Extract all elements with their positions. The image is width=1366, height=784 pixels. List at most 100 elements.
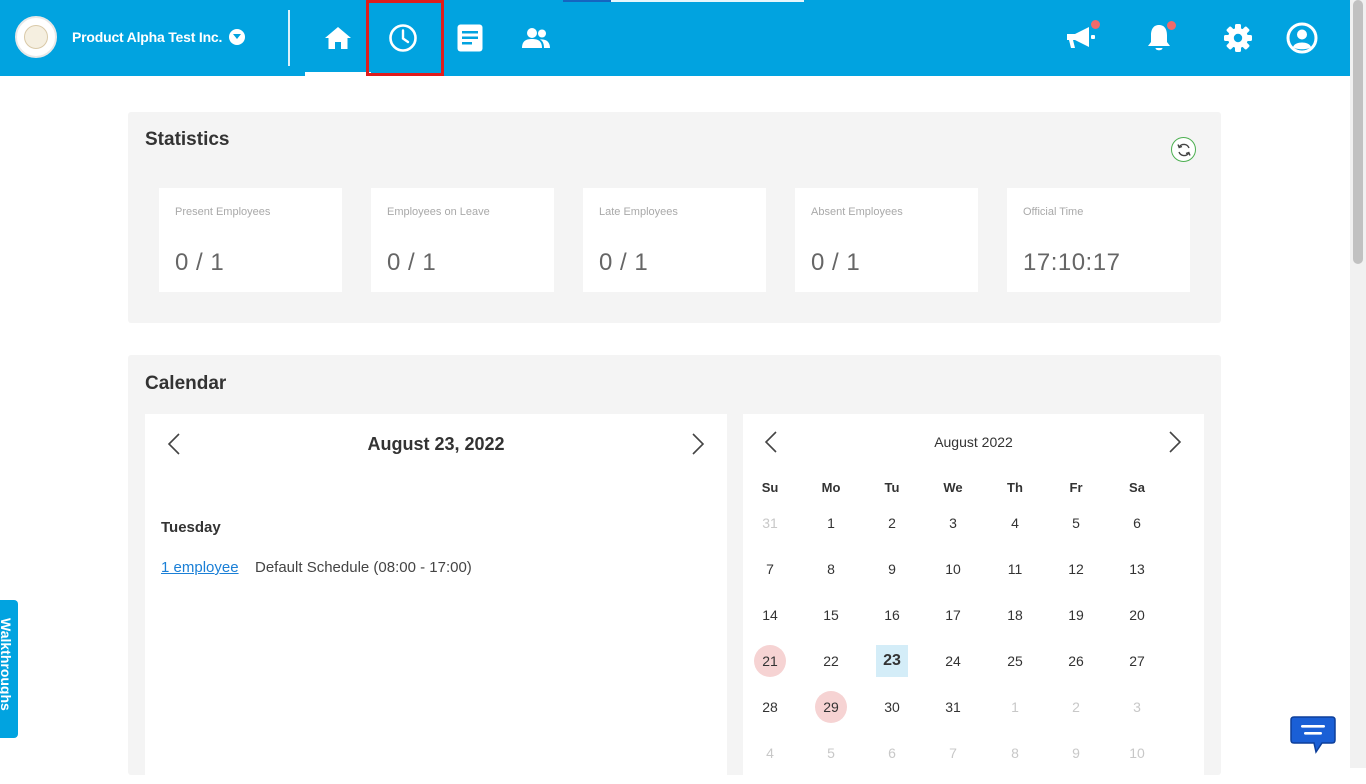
calendar-day[interactable]: 1 [815, 507, 847, 539]
page-scrollbar[interactable] [1350, 0, 1366, 768]
calendar-day[interactable]: 19 [1060, 599, 1092, 631]
stat-label: Official Time [1023, 206, 1084, 218]
weekday-header: We [943, 480, 963, 495]
nav-employees-button[interactable] [503, 0, 569, 76]
stat-label: Employees on Leave [387, 206, 490, 218]
stat-card-absent[interactable]: Absent Employees 0 / 1 [795, 188, 978, 292]
calendar-day[interactable]: 4 [999, 507, 1031, 539]
refresh-icon [1176, 143, 1191, 156]
calendar-day[interactable]: 5 [1060, 507, 1092, 539]
calendar-day[interactable]: 7 [754, 553, 786, 585]
walkthroughs-label: Walkthroughs [0, 618, 14, 711]
stat-value: 0 / 1 [387, 249, 437, 276]
next-day-button[interactable] [686, 432, 710, 456]
company-logo[interactable] [15, 16, 57, 58]
nav-timekeeping-button[interactable] [370, 0, 436, 76]
calendar-day[interactable]: 9 [1060, 737, 1092, 769]
stat-value: 0 / 1 [811, 249, 861, 276]
notifications-button[interactable] [1139, 18, 1179, 58]
header-divider [288, 10, 290, 66]
month-view: August 2022 Su Mo Tu We Th Fr Sa 31 1 2 3 4 5 6 7 8 9 10 1… [743, 414, 1204, 784]
statistics-title: Statistics [145, 129, 230, 150]
day-view: August 23, 2022 Tuesday 1 employee Defau… [145, 414, 727, 784]
clock-icon [389, 24, 417, 52]
calendar-day[interactable]: 11 [999, 553, 1031, 585]
weekday-header: Th [1007, 480, 1023, 495]
weekday-header: Mo [821, 480, 841, 495]
stat-card-late[interactable]: Late Employees 0 / 1 [583, 188, 766, 292]
nav-reports-button[interactable] [437, 0, 503, 76]
calendar-day[interactable]: 8 [815, 553, 847, 585]
announcements-button[interactable] [1061, 18, 1101, 58]
company-name[interactable]: Product Alpha Test Inc. [72, 29, 222, 45]
calendar-day[interactable]: 3 [1121, 691, 1153, 723]
scrollbar-thumb[interactable] [1353, 0, 1363, 264]
active-tab-indicator [305, 72, 371, 76]
calendar-day[interactable]: 14 [754, 599, 786, 631]
calendar-day[interactable]: 24 [937, 645, 969, 677]
calendar-panel: Calendar August 23, 2022 Tuesday 1 emplo… [128, 355, 1221, 784]
calendar-day[interactable]: 17 [937, 599, 969, 631]
stat-card-official-time: Official Time 17:10:17 [1007, 188, 1190, 292]
calendar-day-holiday[interactable]: 21 [754, 645, 786, 677]
user-account-icon [1286, 22, 1318, 54]
chat-support-button[interactable] [1290, 714, 1336, 754]
chevron-right-icon [692, 433, 705, 455]
official-time-value: 17:10:17 [1023, 249, 1121, 276]
calendar-day[interactable]: 31 [937, 691, 969, 723]
statistics-panel: Statistics Present Employees 0 / 1 Emplo… [128, 112, 1221, 323]
company-dropdown-button[interactable] [229, 29, 245, 45]
calendar-day[interactable]: 8 [999, 737, 1031, 769]
calendar-day[interactable]: 28 [754, 691, 786, 723]
nav-home-button[interactable] [305, 0, 371, 76]
calendar-day[interactable]: 3 [937, 507, 969, 539]
calendar-day[interactable]: 10 [937, 553, 969, 585]
calendar-day[interactable]: 1 [999, 691, 1031, 723]
calendar-day[interactable]: 20 [1121, 599, 1153, 631]
calendar-day[interactable]: 2 [1060, 691, 1092, 723]
calendar-day[interactable]: 6 [1121, 507, 1153, 539]
calendar-day[interactable]: 18 [999, 599, 1031, 631]
selected-weekday: Tuesday [161, 519, 221, 536]
calendar-day[interactable]: 4 [754, 737, 786, 769]
calendar-day[interactable]: 2 [876, 507, 908, 539]
document-icon [457, 24, 483, 52]
calendar-day[interactable]: 5 [815, 737, 847, 769]
calendar-day-holiday[interactable]: 29 [815, 691, 847, 723]
calendar-day[interactable]: 31 [754, 507, 786, 539]
calendar-day[interactable]: 12 [1060, 553, 1092, 585]
month-title: August 2022 [934, 434, 1013, 450]
walkthroughs-tab[interactable]: Walkthroughs [0, 600, 18, 738]
stat-label: Present Employees [175, 206, 271, 218]
calendar-day[interactable]: 25 [999, 645, 1031, 677]
calendar-day[interactable]: 26 [1060, 645, 1092, 677]
stat-card-on-leave[interactable]: Employees on Leave 0 / 1 [371, 188, 554, 292]
calendar-day[interactable]: 27 [1121, 645, 1153, 677]
weekday-header: Su [761, 480, 779, 495]
calendar-day[interactable]: 30 [876, 691, 908, 723]
stat-card-present[interactable]: Present Employees 0 / 1 [159, 188, 342, 292]
calendar-day[interactable]: 6 [876, 737, 908, 769]
stat-label: Late Employees [599, 206, 678, 218]
chevron-right-icon [1169, 431, 1182, 453]
next-month-button[interactable] [1163, 430, 1187, 454]
calendar-day[interactable]: 15 [815, 599, 847, 631]
megaphone-icon [1067, 27, 1095, 48]
people-icon [522, 28, 550, 48]
account-button[interactable] [1282, 18, 1322, 58]
weekday-header: Fr [1069, 480, 1083, 495]
calendar-day[interactable]: 10 [1121, 737, 1153, 769]
chevron-down-icon [233, 34, 241, 39]
calendar-day-today[interactable]: 23 [876, 645, 908, 677]
stat-value: 0 / 1 [599, 249, 649, 276]
calendar-day[interactable]: 16 [876, 599, 908, 631]
weekday-header: Sa [1129, 480, 1145, 495]
calendar-title: Calendar [145, 373, 227, 394]
calendar-day[interactable]: 22 [815, 645, 847, 677]
calendar-day[interactable]: 9 [876, 553, 908, 585]
employee-count-link[interactable]: 1 employee [161, 559, 239, 576]
refresh-button[interactable] [1171, 137, 1196, 162]
calendar-day[interactable]: 13 [1121, 553, 1153, 585]
settings-button[interactable] [1218, 18, 1258, 58]
calendar-day[interactable]: 7 [937, 737, 969, 769]
